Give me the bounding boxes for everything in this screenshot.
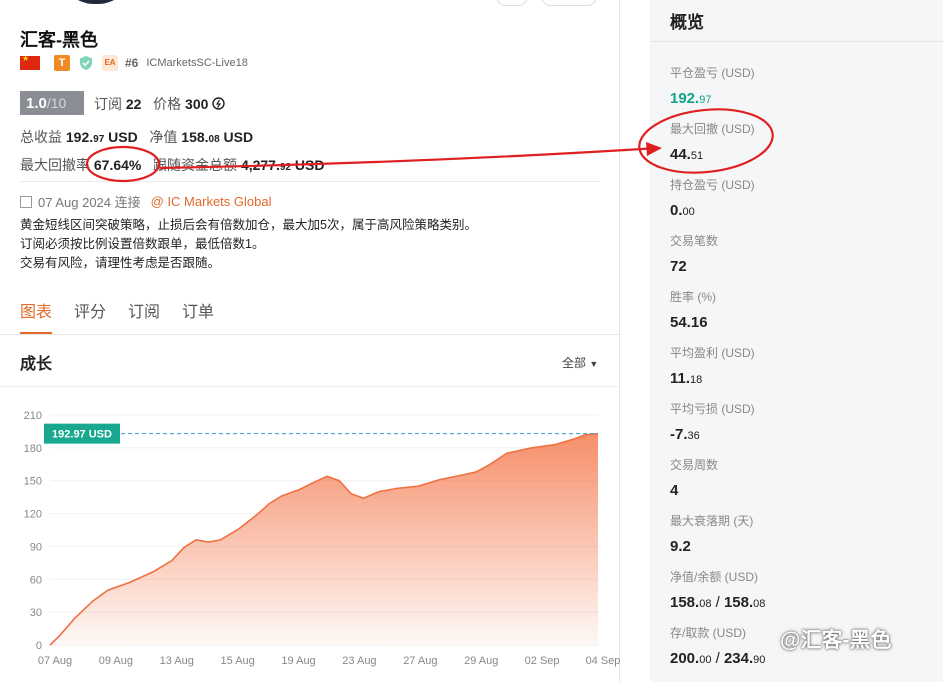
stat-label: 净值/余额 (USD) bbox=[670, 570, 758, 584]
chevron-down-icon: ▼ bbox=[589, 359, 599, 369]
stat-label: 存/取款 (USD) bbox=[670, 626, 746, 640]
growth-area bbox=[50, 433, 598, 645]
broker-link[interactable]: @ IC Markets Global bbox=[151, 194, 272, 209]
tab-rating[interactable]: 评分 bbox=[74, 298, 106, 335]
net-value: 158.08 USD bbox=[181, 129, 254, 145]
stat-item: 最大回撤 (USD) 44.51 bbox=[670, 120, 755, 163]
drawdown-row: 最大回撤率 67.64% 跟随资金总额 4,277.92 USD bbox=[20, 157, 325, 173]
trader-profile-panel: 汇客-黑色 T EA #6 ICMarketsSC-Live18 1.0/10 … bbox=[0, 0, 620, 682]
connection-row: 07 Aug 2024 连接 @ IC Markets Global bbox=[20, 192, 271, 211]
growth-title: 成长 bbox=[20, 356, 53, 373]
stat-value: 11.18 bbox=[670, 370, 703, 387]
x-tick-label: 29 Aug bbox=[464, 655, 498, 667]
current-value-label: 192.97 USD bbox=[52, 429, 112, 441]
connect-date: 07 Aug 2024 连接 bbox=[38, 195, 141, 210]
china-flag-icon bbox=[20, 54, 40, 70]
stat-value: 54.16 bbox=[670, 314, 708, 331]
max-drawdown-rate: 67.64% bbox=[93, 157, 142, 173]
stat-label: 胜率 (%) bbox=[670, 290, 716, 304]
follow-fund-total: 4,277.92 USD bbox=[240, 157, 325, 173]
stat-item: 胜率 (%) 54.16 bbox=[670, 288, 716, 331]
stat-value: 158.08 / 158.08 bbox=[670, 594, 766, 611]
x-tick-label: 15 Aug bbox=[221, 655, 255, 667]
rank-badge: #6 bbox=[125, 56, 139, 70]
overview-title: 概览 bbox=[670, 13, 704, 32]
y-tick-label: 120 bbox=[24, 509, 42, 521]
trader-name: 汇客-黑色 bbox=[20, 30, 98, 50]
stat-item: 平均亏损 (USD) -7.36 bbox=[670, 400, 755, 443]
tab-subscribe[interactable]: 订阅 bbox=[128, 298, 160, 335]
subscription-info: 订阅 22 价格 300 bbox=[94, 94, 225, 114]
stat-value: 192.97 bbox=[670, 90, 712, 107]
follow-button[interactable] bbox=[541, 0, 597, 6]
profile-tabs: 图表 评分 订阅 订单 bbox=[20, 298, 236, 335]
y-tick-label: 0 bbox=[36, 640, 42, 652]
y-tick-label: 30 bbox=[30, 607, 42, 619]
stat-label: 交易周数 bbox=[670, 458, 719, 472]
stat-item: 交易笔数 72 bbox=[670, 232, 718, 275]
coin-icon bbox=[212, 97, 225, 110]
stat-label: 持仓盈亏 (USD) bbox=[670, 178, 755, 192]
ea-badge: EA bbox=[102, 55, 118, 71]
x-tick-label: 04 Sep bbox=[586, 655, 620, 667]
calendar-icon bbox=[20, 195, 32, 208]
stat-item: 交易周数 4 bbox=[670, 456, 718, 499]
growth-chart: 0 30 60 90 120 150 180 210 07 Aug 09 Aug 13 Aug 15 … bbox=[24, 410, 620, 667]
avatar[interactable] bbox=[60, 0, 132, 4]
profit-row: 总收益 192.97 USD 净值 158.08 USD bbox=[20, 129, 254, 145]
divider bbox=[650, 41, 943, 42]
share-button[interactable] bbox=[496, 0, 528, 6]
y-tick-label: 150 bbox=[24, 476, 42, 488]
stat-label: 交易笔数 bbox=[670, 234, 719, 248]
stat-value: 9.2 bbox=[670, 538, 691, 555]
x-tick-label: 07 Aug bbox=[38, 655, 72, 667]
stat-value: 44.51 bbox=[670, 146, 704, 163]
x-tick-label: 23 Aug bbox=[342, 655, 376, 667]
stat-value: 0.00 bbox=[670, 202, 695, 219]
divider bbox=[20, 181, 600, 182]
stat-value: -7.36 bbox=[670, 426, 700, 443]
stat-item: 持仓盈亏 (USD) 0.00 bbox=[670, 176, 755, 219]
x-tick-label: 27 Aug bbox=[403, 655, 437, 667]
x-tick-label: 13 Aug bbox=[160, 655, 194, 667]
y-tick-label: 210 bbox=[24, 410, 42, 422]
tab-orders[interactable]: 订单 bbox=[182, 298, 214, 335]
trader-t-badge: T bbox=[54, 55, 70, 71]
x-tick-label: 19 Aug bbox=[281, 655, 315, 667]
x-tick-label: 02 Sep bbox=[525, 655, 560, 667]
stat-label: 平均亏损 (USD) bbox=[670, 402, 755, 416]
overview-panel: 概览 平仓盈亏 (USD) 192.97 最大回撤 (USD) 44.51 持仓盈亏 (… bbox=[650, 0, 943, 682]
stat-label: 平仓盈亏 (USD) bbox=[670, 66, 755, 80]
badge-row: T EA #6 ICMarketsSC-Live18 bbox=[20, 54, 248, 72]
subscription-count: 22 bbox=[125, 96, 142, 112]
stat-item: 存/取款 (USD) 200.00 / 234.90 bbox=[670, 624, 765, 667]
divider bbox=[0, 334, 620, 335]
range-dropdown[interactable]: 全部 ▼ bbox=[562, 354, 598, 371]
stat-label: 平均盈利 (USD) bbox=[670, 346, 755, 360]
divider bbox=[0, 386, 620, 387]
stat-value: 200.00 / 234.90 bbox=[670, 650, 766, 667]
stat-item: 净值/余额 (USD) 158.08 / 158.08 bbox=[670, 568, 765, 611]
strategy-description: 黄金短线区间突破策略，止损后会有倍数加仓，最大加5次，属于高风险策略类别。 订阅… bbox=[20, 218, 477, 270]
watermark: @汇客-黑色 bbox=[780, 629, 892, 652]
x-tick-label: 09 Aug bbox=[99, 655, 133, 667]
stat-item: 平仓盈亏 (USD) 192.97 bbox=[670, 64, 755, 107]
stat-value: 72 bbox=[670, 258, 687, 275]
price-value: 300 bbox=[185, 96, 209, 112]
y-tick-label: 60 bbox=[30, 574, 42, 586]
stat-label: 最大回撤 (USD) bbox=[670, 122, 755, 136]
verified-shield-icon bbox=[80, 56, 92, 70]
stat-item: 最大衰落期 (天) 9.2 bbox=[670, 512, 753, 555]
rating-score: 1.0/10 bbox=[20, 91, 84, 115]
y-tick-label: 180 bbox=[24, 443, 42, 455]
stat-item: 平均盈利 (USD) 11.18 bbox=[670, 344, 755, 387]
y-tick-label: 90 bbox=[30, 541, 42, 553]
total-profit-value: 192.97 USD bbox=[65, 129, 138, 145]
stat-label: 最大衰落期 (天) bbox=[670, 514, 754, 528]
server-name: ICMarketsSC-Live18 bbox=[146, 57, 248, 69]
stat-value: 4 bbox=[670, 482, 679, 499]
tab-chart[interactable]: 图表 bbox=[20, 298, 53, 335]
